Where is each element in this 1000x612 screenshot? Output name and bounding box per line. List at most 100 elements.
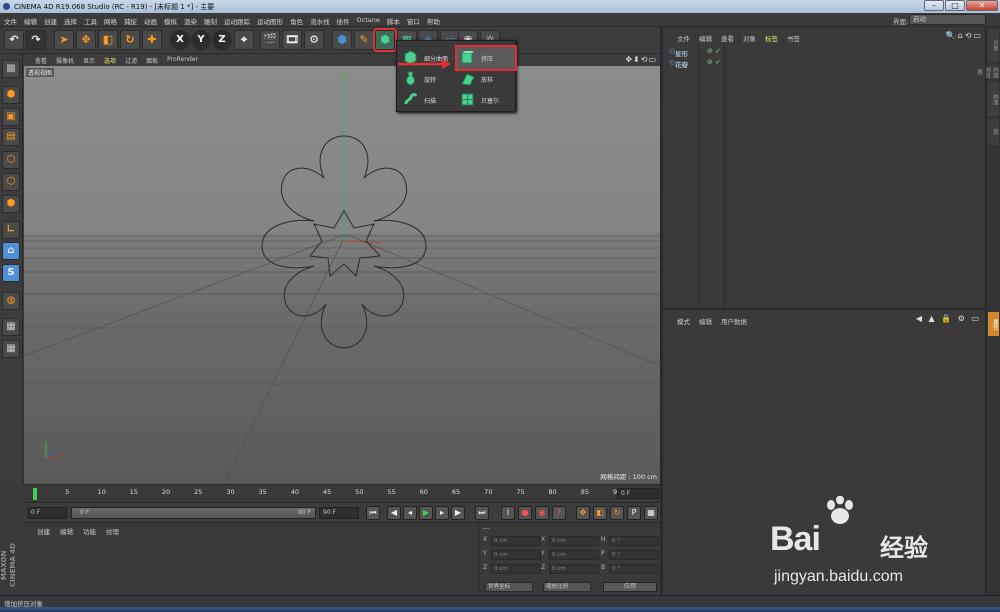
go-to-start-icon[interactable]: ⏮: [366, 506, 380, 520]
menu-item-7[interactable]: 动画: [144, 16, 157, 26]
layout-select[interactable]: 启动: [909, 14, 986, 25]
object-menu-item-0[interactable]: 文件: [677, 33, 690, 43]
menu-item-0[interactable]: 文件: [4, 16, 17, 26]
menu-item-17[interactable]: 脚本: [387, 16, 400, 26]
side-tab-2[interactable]: 构造: [988, 83, 999, 116]
frame-range-slider[interactable]: 0 F 90 F: [71, 507, 316, 519]
end-frame-field[interactable]: 90 F: [319, 507, 359, 519]
next-frame-icon[interactable]: ▸: [435, 506, 449, 520]
workplane-mode-icon[interactable]: ▤: [2, 128, 20, 146]
attribute-menu-item-0[interactable]: 模式: [677, 316, 690, 326]
object-row[interactable]: ✩ 花瓣 ⊘ ✓: [669, 58, 979, 69]
workplane-icon[interactable]: ▦: [2, 318, 20, 336]
position-y-field[interactable]: 0 cm: [491, 550, 541, 560]
side-tab-4[interactable]: 属性: [988, 312, 999, 336]
previous-key-icon[interactable]: ◀: [387, 506, 401, 520]
texture-mode-icon[interactable]: ▣: [2, 108, 20, 126]
material-menu-item-1[interactable]: 编辑: [60, 526, 73, 536]
menu-item-13[interactable]: 角色: [290, 16, 303, 26]
create-tool-icon[interactable]: ✚: [142, 30, 162, 50]
material-menu-item-2[interactable]: 功能: [83, 526, 96, 536]
cube-primitive-icon[interactable]: ⬢: [332, 30, 352, 50]
viewport-menu-item-2[interactable]: 显示: [83, 56, 95, 65]
menu-item-8[interactable]: 模拟: [164, 16, 177, 26]
menu-item-14[interactable]: 流水线: [310, 16, 330, 26]
material-menu-item-3[interactable]: 纹理: [106, 526, 119, 536]
menu-item-6[interactable]: 捕捉: [124, 16, 137, 26]
play-icon[interactable]: ▶: [419, 506, 433, 520]
sculpt-icon[interactable]: ◍: [2, 292, 20, 310]
points-mode-icon[interactable]: ⬡: [2, 151, 20, 169]
object-menu-item-3[interactable]: 对象: [743, 33, 756, 43]
key-rotation-icon[interactable]: ↻: [610, 506, 624, 520]
x-axis-lock-button[interactable]: X: [170, 30, 190, 50]
render-picture-viewer-icon[interactable]: 🎞: [282, 30, 302, 50]
attribute-nav-icons[interactable]: ◀ ▲ 🔒 ⚙ ▭: [916, 314, 981, 323]
key-parameter-icon[interactable]: P: [627, 506, 641, 520]
menu-item-2[interactable]: 创建: [44, 16, 57, 26]
menu-item-15[interactable]: 插件: [337, 16, 350, 26]
redo-button[interactable]: ↷: [26, 30, 46, 50]
side-tab-0[interactable]: 对象: [988, 29, 999, 62]
object-manager-toolbar-icons[interactable]: 🔍⌂⟲▭: [946, 31, 983, 40]
current-frame-field[interactable]: 0 F: [617, 488, 659, 499]
minimize-button[interactable]: –: [924, 0, 944, 11]
apply-button[interactable]: 应用: [603, 582, 657, 592]
next-key-icon[interactable]: ▶: [451, 506, 465, 520]
rotation-h-field[interactable]: 0 °: [609, 536, 659, 546]
key-pla-icon[interactable]: ▦: [644, 506, 658, 520]
y-axis-lock-button[interactable]: Y: [191, 30, 211, 50]
rotation-p-field[interactable]: 0 °: [609, 550, 659, 560]
side-tab-3[interactable]: 层: [988, 119, 999, 145]
object-row[interactable]: ✩ 星形 ⊘ ✓: [669, 47, 979, 58]
position-x-field[interactable]: 0 cm: [491, 536, 541, 546]
menu-item-10[interactable]: 雕刻: [204, 16, 217, 26]
popup-item-loft[interactable]: 放样: [457, 68, 515, 90]
tweak-mode-icon[interactable]: ⌂: [2, 242, 20, 260]
viewport-menu-item-5[interactable]: 面板: [146, 56, 158, 65]
pen-spline-icon[interactable]: ✎: [354, 30, 374, 50]
model-mode-icon[interactable]: ⬢: [2, 86, 20, 104]
menu-item-3[interactable]: 选择: [64, 16, 77, 26]
timeline-cursor[interactable]: [33, 488, 37, 500]
menu-item-4[interactable]: 工具: [84, 16, 97, 26]
visibility-check-icon[interactable]: ⊘ ✓: [707, 58, 721, 66]
menu-item-5[interactable]: 网格: [104, 16, 117, 26]
coordinate-space-select[interactable]: 世界坐标: [485, 582, 533, 592]
viewport-navigation-icons[interactable]: ✥⬍⟲▭: [625, 55, 657, 64]
object-menu-item-1[interactable]: 编辑: [699, 33, 712, 43]
motion-path-icon[interactable]: ⌇: [501, 506, 515, 520]
rotation-b-field[interactable]: 0 °: [609, 564, 659, 574]
side-tab-1[interactable]: 内容浏览器: [976, 65, 999, 79]
render-settings-icon[interactable]: ⚙: [304, 30, 324, 50]
z-axis-lock-button[interactable]: Z: [212, 30, 232, 50]
axis-mode-icon[interactable]: ∟: [2, 221, 20, 239]
object-menu-item-5[interactable]: 书签: [787, 33, 800, 43]
checker-icon[interactable]: ▩: [2, 60, 20, 78]
viewport-menu-item-1[interactable]: 摄像机: [56, 56, 74, 65]
menu-item-19[interactable]: 帮助: [427, 16, 440, 26]
position-z-field[interactable]: 0 cm: [491, 564, 541, 574]
size-x-field[interactable]: 0 cm: [549, 536, 599, 546]
key-selection-icon[interactable]: ?: [552, 506, 566, 520]
close-button[interactable]: ✕: [966, 0, 998, 11]
scale-mode-select[interactable]: 缩放比例: [543, 582, 591, 592]
perspective-viewport[interactable]: 透视视图 网格间距 : 100 cm: [24, 66, 660, 484]
select-tool-icon[interactable]: ➤: [54, 30, 74, 50]
edges-mode-icon[interactable]: ⬡: [2, 173, 20, 191]
material-menu-item-0[interactable]: 创建: [37, 526, 50, 536]
menu-item-11[interactable]: 运动跟踪: [224, 16, 250, 26]
popup-item-bezier[interactable]: 贝塞尔: [457, 89, 515, 111]
render-view-icon[interactable]: 🎬: [260, 30, 280, 50]
size-z-field[interactable]: 0 cm: [549, 564, 599, 574]
popup-item-sweep[interactable]: 扫描: [400, 89, 458, 111]
object-menu-item-4[interactable]: 标签: [765, 33, 778, 43]
viewport-menu-item-3[interactable]: 选项: [104, 56, 116, 65]
scale-tool-icon[interactable]: ◧: [98, 30, 118, 50]
rotate-tool-icon[interactable]: ↻: [120, 30, 140, 50]
menu-item-12[interactable]: 运动图形: [257, 16, 283, 26]
object-name[interactable]: 星形: [675, 48, 688, 58]
undo-button[interactable]: ↶: [4, 30, 24, 50]
locked-workplane-icon[interactable]: ▦: [2, 340, 20, 358]
viewport-menu-item-4[interactable]: 过滤: [125, 56, 137, 65]
